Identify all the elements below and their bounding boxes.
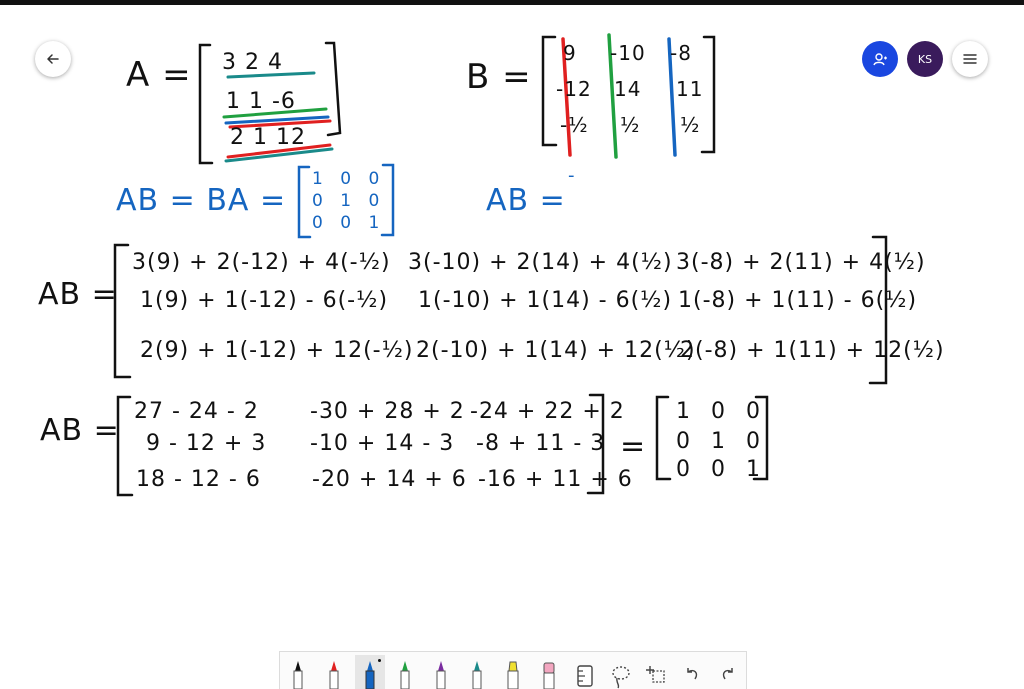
expansion-cell: 3(-8) + 2(11) + 4(½) (676, 250, 926, 275)
pen-red-tool[interactable] (319, 655, 349, 689)
avatar-initials: KS (917, 52, 933, 66)
person-icon (873, 53, 887, 66)
lasso-icon (611, 666, 630, 689)
add-shape-icon (646, 666, 666, 683)
expansion-cell: 2(9) + 1(-12) + 12(-½) (140, 338, 414, 363)
pen-teal-tool[interactable] (462, 655, 492, 689)
matrix-b-cell: 14 (614, 77, 642, 101)
simplified-cell: -30 + 28 + 2 (310, 399, 465, 424)
whiteboard-canvas[interactable]: A = 3 2 4 1 1 -6 2 1 12 B = 9 -12 -½ -10… (0, 5, 1024, 651)
simplified-cell: -8 + 11 - 3 (476, 431, 606, 456)
matrix-a-row: 3 2 4 (222, 50, 283, 75)
lasso-tool[interactable] (606, 655, 636, 689)
expansion-cell: 2(-10) + 1(14) + 12(½) (416, 338, 696, 363)
simplified-cell: 9 - 12 + 3 (146, 431, 267, 456)
identity-equation-label: AB = BA = (116, 183, 287, 218)
selected-dot (377, 659, 381, 662)
redo-icon (722, 668, 733, 680)
matrix-b-cell: -8 (670, 41, 692, 65)
pen-icon (293, 661, 303, 689)
identity-row: 0 1 0 (312, 191, 386, 211)
pen-icon (329, 661, 339, 689)
simplified-cell: -16 + 11 + 6 (478, 467, 633, 492)
result-row: 0 0 1 (676, 457, 767, 482)
result-row: 1 0 0 (676, 399, 767, 424)
pen-green-tool[interactable] (390, 655, 420, 689)
simplified-label: AB = (40, 413, 120, 448)
ruler-icon (576, 665, 593, 687)
identity-row: 0 0 1 (312, 213, 386, 233)
ink-strokes (113, 33, 888, 497)
menu-button[interactable] (952, 41, 988, 77)
matrix-b-cell: -10 (610, 41, 646, 65)
undo-button[interactable] (677, 655, 707, 689)
pen-icon (436, 661, 446, 689)
pen-blue-tool[interactable] (354, 655, 385, 689)
matrix-b-cell: 11 (676, 77, 704, 101)
drawing-toolbar (279, 651, 747, 689)
expansion-cell: 1(-8) + 1(11) - 6(½) (678, 288, 918, 313)
result-row: 0 1 0 (676, 429, 767, 454)
user-button[interactable] (862, 41, 898, 77)
expansion-cell: 1(9) + 1(-12) - 6(-½) (140, 288, 389, 313)
expansion-cell: 2(-8) + 1(11) + 12(½) (680, 338, 945, 363)
expansion-cell: 3(-10) + 2(14) + 4(½) (408, 250, 673, 275)
arrow-left-icon (47, 54, 59, 64)
ab-mark: - (568, 165, 576, 186)
hamburger-icon (963, 54, 977, 64)
matrix-b-cell: 9 (563, 41, 577, 65)
simplified-cell: -10 + 14 - 3 (310, 431, 455, 456)
matrix-b-label: B = (466, 57, 532, 97)
account-avatar[interactable]: KS (907, 41, 943, 77)
matrix-b-cell: -½ (560, 113, 589, 137)
matrix-b-cell: -12 (556, 77, 592, 101)
back-button[interactable] (35, 41, 71, 77)
simplified-cell: -20 + 14 + 6 (312, 467, 467, 492)
eraser-icon (543, 662, 555, 689)
equals-sign: = (620, 429, 647, 464)
pen-icon (365, 661, 375, 689)
pen-purple-tool[interactable] (426, 655, 456, 689)
matrix-a-row: 2 1 12 (230, 125, 306, 150)
pen-black-tool[interactable] (283, 655, 313, 689)
expansion-cell: 3(9) + 2(-12) + 4(-½) (132, 250, 391, 275)
simplified-cell: -24 + 22 + 2 (470, 399, 625, 424)
ab-label-blue: AB = (486, 183, 566, 218)
redo-button[interactable] (713, 655, 743, 689)
expansion-cell: 1(-10) + 1(14) - 6(½) (418, 288, 673, 313)
matrix-b-cell: ½ (620, 113, 641, 137)
ruler-tool[interactable] (570, 655, 600, 689)
matrix-a-row: 1 1 -6 (226, 89, 296, 114)
highlighter-icon (507, 661, 519, 689)
simplified-cell: 18 - 12 - 6 (136, 467, 261, 492)
add-shape-tool[interactable] (641, 655, 671, 689)
identity-row: 1 0 0 (312, 169, 386, 189)
simplified-cell: 27 - 24 - 2 (134, 399, 259, 424)
eraser-tool[interactable] (534, 655, 564, 689)
pen-icon (400, 661, 410, 689)
matrix-a-label: A = (126, 55, 192, 95)
expansion-label: AB = (38, 277, 118, 312)
matrix-b-cell: ½ (680, 113, 701, 137)
undo-icon (687, 668, 698, 680)
highlighter-tool[interactable] (498, 655, 528, 689)
pen-icon (472, 661, 482, 689)
